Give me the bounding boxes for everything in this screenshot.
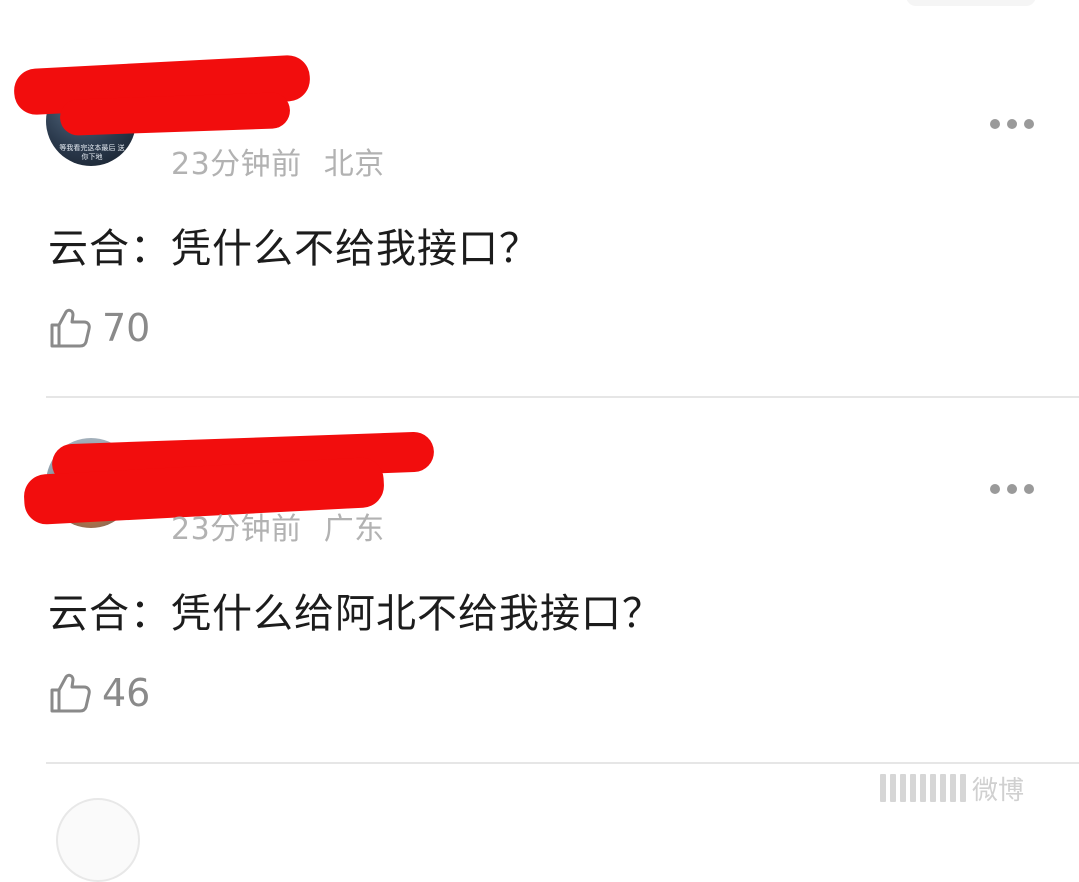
thumbs-up-icon <box>50 308 91 348</box>
comment-location: 北京 <box>323 147 385 182</box>
comment-text: 云合：凭什么给阿北不给我接口？ <box>48 591 663 637</box>
redacted-username-extension <box>59 91 291 137</box>
comment-divider <box>46 762 1079 764</box>
comment-text: 云合：凭什么不给我接口？ <box>48 226 540 272</box>
like-count: 46 <box>102 671 151 715</box>
comment-location: 广东 <box>323 512 385 547</box>
like-button[interactable]: 70 <box>48 306 150 350</box>
watermark-text: 微博 <box>972 775 1025 806</box>
comment-time: 23分钟前 <box>171 147 302 182</box>
comment-divider <box>46 396 1079 398</box>
comment-meta: 23分钟前 北京 <box>171 139 385 183</box>
top-action-pill[interactable] <box>906 0 1036 6</box>
more-options-button[interactable] <box>990 118 1034 130</box>
comment-meta: 23分钟前 广东 <box>171 504 385 548</box>
more-horizontal-icon <box>990 484 1000 494</box>
watermark-bars <box>880 774 966 802</box>
comment-time: 23分钟前 <box>171 512 302 547</box>
avatar-caption: 等我看完这本最后 送你下地 <box>59 144 125 161</box>
like-button[interactable]: 46 <box>48 671 150 715</box>
more-horizontal-icon <box>990 119 1000 129</box>
more-options-button[interactable] <box>990 483 1034 495</box>
avatar[interactable] <box>56 798 140 882</box>
thumbs-up-icon <box>50 673 91 713</box>
like-count: 70 <box>102 306 151 350</box>
watermark: 微博 <box>880 768 1079 808</box>
